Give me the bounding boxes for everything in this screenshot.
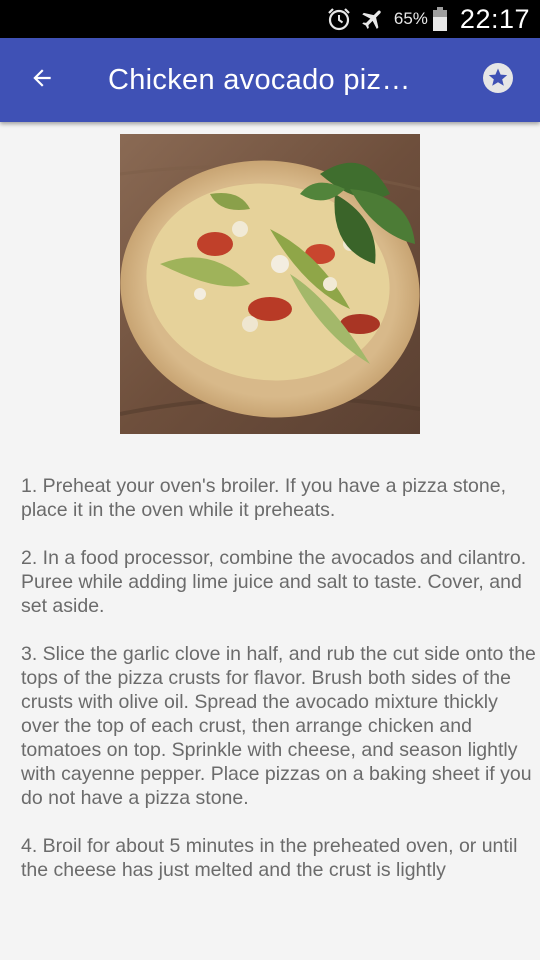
arrow-back-icon [29,65,55,96]
battery-percent: 65% [393,9,428,28]
recipe-instructions: 1. Preheat your oven's broiler. If you h… [21,474,536,906]
back-button[interactable] [0,38,84,122]
instruction-step: 1. Preheat your oven's broiler. If you h… [21,475,507,521]
airplane-mode-icon [360,6,386,32]
instruction-step: 4. Broil for about 5 minutes in the preh… [21,835,518,881]
page-title: Chicken avocado pizza... [108,63,438,96]
star-icon [482,62,514,99]
favorite-button[interactable] [456,38,540,122]
instruction-step: 3. Slice the garlic clove in half, and r… [21,643,536,809]
instruction-step: 2. In a food processor, combine the avoc… [21,547,527,617]
app-bar: Chicken avocado pizza... [0,38,540,122]
recipe-photo [120,134,420,434]
status-clock: 22:17 [459,3,530,34]
status-bar: 65% 22:17 [0,0,540,38]
battery-icon [432,6,448,32]
alarm-icon [326,6,352,32]
